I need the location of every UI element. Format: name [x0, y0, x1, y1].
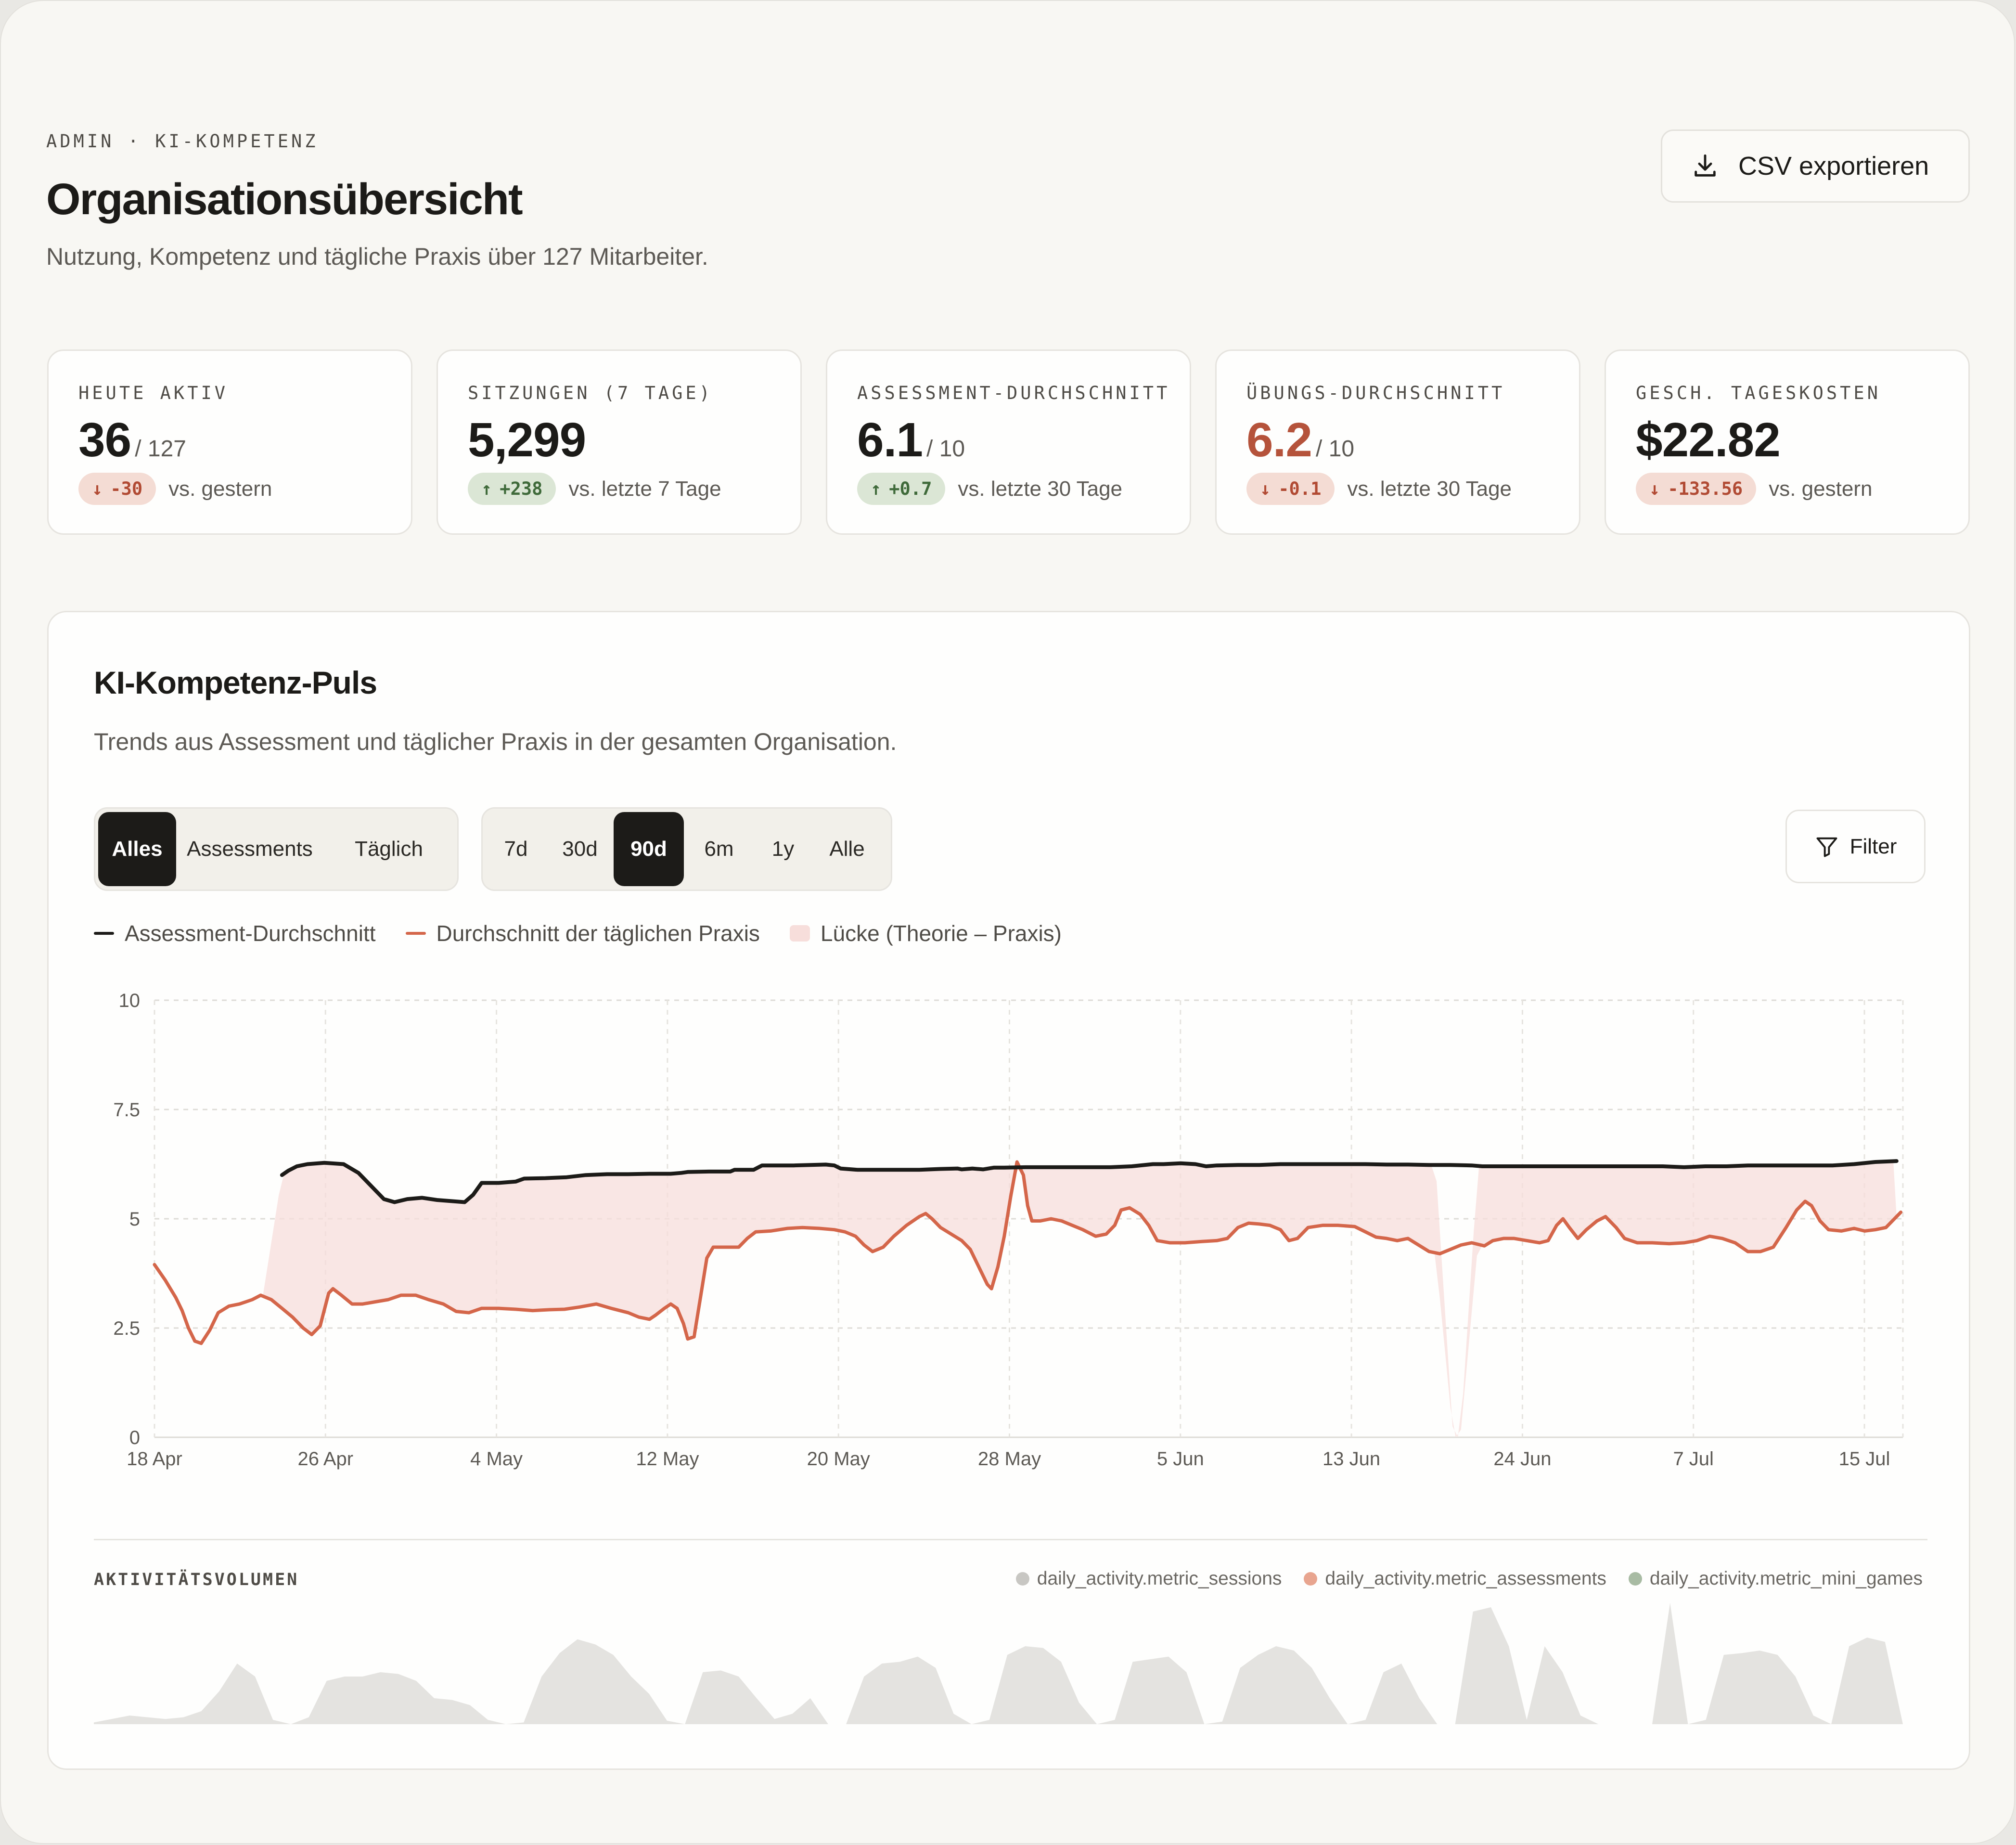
kpi-card-assessment-avg: ASSESSMENT-DURCHSCHNITT 6.1/ 10 ↑ +0.7 vs.… [826, 349, 1191, 535]
kpi-compare-text: vs. letzte 30 Tage [958, 477, 1123, 501]
x-tick-label: 28 May [978, 1448, 1041, 1470]
x-tick-label: 7 Jul [1673, 1448, 1714, 1470]
delta-value: -30 [110, 478, 143, 499]
app-window: ADMIN · KI-KOMPETENZ Organisationsübersi… [0, 0, 2015, 1844]
kpi-card-practice-avg: ÜBUNGS-DURCHSCHNITT 6.2/ 10 ↓ -0.1 vs. let… [1215, 349, 1580, 535]
legend-dot [1628, 1572, 1642, 1586]
page-subtitle: Nutzung, Kompetenz und tägliche Praxis ü… [46, 243, 708, 270]
kpi-compare-text: vs. gestern [1769, 477, 1873, 501]
kpi-value-denominator: / 10 [1316, 436, 1355, 462]
kpi-compare-text: vs. gestern [168, 477, 272, 501]
delta-value: +0.7 [889, 478, 932, 499]
delta-badge: ↓ -133.56 [1636, 473, 1757, 505]
legend-dot [1015, 1572, 1029, 1586]
x-tick-label: 26 Apr [297, 1448, 353, 1470]
kpi-label: SITZUNGEN (7 TAGE) [468, 383, 713, 403]
activity-title: AKTIVITÄTSVOLUMEN [94, 1570, 299, 1589]
kpi-compare-text: vs. letzte 30 Tage [1347, 477, 1512, 501]
delta-value: -0.1 [1278, 478, 1322, 499]
download-icon [1695, 154, 1716, 177]
activity-legend-sessions: daily_activity.metric_sessions [1015, 1568, 1282, 1589]
y-tick-label: 0 [129, 1427, 140, 1448]
competence-chart: 0 2.5 5 7.5 10 18 Apr 26 Apr 4 May 12 May 20 May 2… [94, 990, 1904, 1724]
kpi-value: 5,299 [468, 413, 586, 468]
competence-pulse-card: KI-Kompetenz-Puls Trends aus Assessment … [47, 611, 1970, 1770]
x-tick-label: 15 Jul [1839, 1448, 1890, 1470]
y-tick-label: 2.5 [113, 1318, 140, 1339]
kpi-value-denominator: / 127 [135, 436, 186, 462]
kpi-compare-text: vs. letzte 7 Tage [568, 477, 721, 501]
divider [94, 1539, 1927, 1540]
x-tick-label: 24 Jun [1493, 1448, 1551, 1470]
x-tick-label: 18 Apr [127, 1448, 182, 1470]
delta-badge: ↓ -30 [78, 473, 156, 505]
x-tick-label: 12 May [636, 1448, 699, 1470]
activity-legend: daily_activity.metric_sessions daily_act… [1015, 1568, 1923, 1589]
x-tick-label: 20 May [807, 1448, 870, 1470]
arrow-down-icon: ↓ [1649, 478, 1660, 499]
delta-badge: ↑ +0.7 [857, 473, 946, 505]
legend-label: daily_activity.metric_mini_games [1649, 1568, 1923, 1589]
kpi-value-number: 5,299 [468, 413, 586, 467]
activity-legend-assessments: daily_activity.metric_assessments [1304, 1568, 1606, 1589]
kpi-value: $22.82 [1636, 413, 1781, 468]
kpi-card-daily-cost: GESCH. TAGESKOSTEN $22.82 ↓ -133.56 vs. ge… [1605, 349, 1970, 535]
kpi-label: ÜBUNGS-DURCHSCHNITT [1246, 383, 1505, 403]
export-csv-button[interactable]: CSV exportieren [1661, 129, 1970, 203]
y-tick-label: 5 [129, 1209, 140, 1230]
legend-dot [1304, 1572, 1318, 1586]
kpi-value-number: 36 [78, 413, 131, 467]
breadcrumb: ADMIN · KI-KOMPETENZ [46, 131, 319, 152]
kpi-value: 36/ 127 [78, 413, 186, 468]
arrow-down-icon: ↓ [1260, 478, 1271, 499]
kpi-value: 6.2/ 10 [1246, 413, 1354, 468]
page-title: Organisationsübersicht [46, 175, 523, 224]
kpi-label: GESCH. TAGESKOSTEN [1636, 383, 1881, 403]
kpi-label: HEUTE AKTIV [78, 383, 229, 403]
legend-label: daily_activity.metric_sessions [1037, 1568, 1282, 1589]
y-tick-label: 10 [119, 990, 141, 1011]
delta-value: +238 [500, 478, 543, 499]
arrow-up-icon: ↑ [871, 478, 882, 499]
export-csv-label: CSV exportieren [1738, 152, 1929, 181]
kpi-value-number: 6.2 [1246, 413, 1312, 467]
x-tick-label: 5 Jun [1157, 1448, 1204, 1470]
y-tick-label: 7.5 [113, 1099, 140, 1121]
kpi-label: ASSESSMENT-DURCHSCHNITT [857, 383, 1170, 403]
activity-legend-mini-games: daily_activity.metric_mini_games [1628, 1568, 1923, 1589]
kpi-value-number: $22.82 [1636, 413, 1781, 467]
legend-label: daily_activity.metric_assessments [1325, 1568, 1606, 1589]
activity-sessions-area [94, 1603, 1903, 1724]
x-tick-label: 13 Jun [1323, 1448, 1380, 1470]
kpi-card-sessions: SITZUNGEN (7 TAGE) 5,299 ↑ +238 vs. letzte… [437, 349, 802, 535]
delta-badge: ↑ +238 [468, 473, 556, 505]
kpi-value-number: 6.1 [857, 413, 923, 467]
arrow-up-icon: ↑ [481, 478, 492, 499]
delta-value: -133.56 [1668, 478, 1743, 499]
kpi-value: 6.1/ 10 [857, 413, 965, 468]
kpi-card-active-today: HEUTE AKTIV 36/ 127 ↓ -30 vs. gestern [47, 349, 412, 535]
kpi-value-denominator: / 10 [926, 436, 965, 462]
delta-badge: ↓ -0.1 [1246, 473, 1335, 505]
gap-area [263, 1161, 1897, 1437]
x-tick-label: 4 May [470, 1448, 523, 1470]
arrow-down-icon: ↓ [92, 478, 103, 499]
